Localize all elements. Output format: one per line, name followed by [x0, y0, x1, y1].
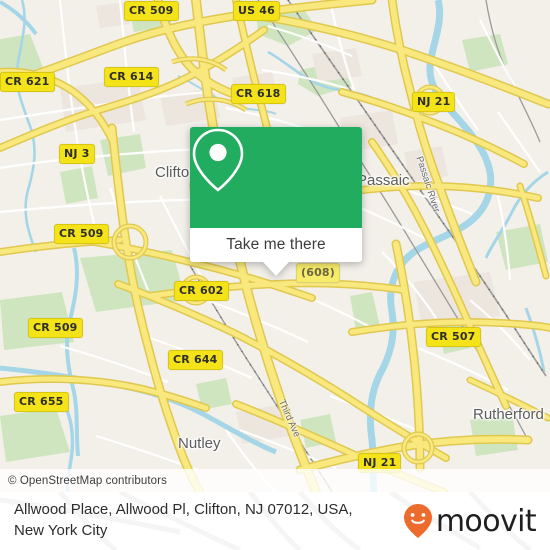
popup-header [190, 127, 362, 228]
road-shield: CR 621 [0, 72, 55, 92]
road-shield: CR 602 [174, 281, 229, 301]
road-shield: CR 509 [28, 318, 83, 338]
place-label: Nutley [178, 435, 221, 452]
road-shield: US 46 [233, 1, 280, 21]
take-me-there-button[interactable]: Take me there [190, 228, 362, 262]
map-attribution-bar: © OpenStreetMap contributors [0, 469, 550, 492]
place-label: Passaic [357, 172, 410, 189]
moovit-logo[interactable]: moovit [403, 503, 537, 539]
road-shield: CR 618 [231, 84, 286, 104]
moovit-map-screenshot: CR 509 US 46 CR 621 CR 614 CR 618 NJ 21 NJ 3 CR… [0, 0, 550, 550]
address-line-1: Allwood Place, Allwood Pl, Clifton, NJ 0… [14, 501, 353, 519]
osm-attribution-text[interactable]: © OpenStreetMap contributors [0, 475, 167, 487]
road-shield: CR 614 [104, 67, 159, 87]
map-canvas[interactable]: CR 509 US 46 CR 621 CR 614 CR 618 NJ 21 NJ 3 CR… [0, 0, 550, 492]
moovit-pin-icon [403, 504, 432, 538]
popup-pointer [263, 262, 289, 276]
take-me-there-label: Take me there [226, 236, 326, 253]
address-text: Allwood Place, Allwood Pl, Clifton, NJ 0… [14, 500, 353, 541]
address-line-2: New York City [14, 522, 108, 539]
road-shield: (608) [296, 263, 341, 283]
footer-bar: Allwood Place, Allwood Pl, Clifton, NJ 0… [0, 492, 550, 550]
road-shield: CR 644 [168, 350, 223, 370]
road-shield: CR 507 [426, 327, 481, 347]
location-popup-card[interactable]: Take me there [190, 127, 362, 276]
road-shield: CR 509 [124, 1, 179, 21]
road-shield: NJ 3 [59, 144, 95, 164]
place-label: Rutherford [473, 406, 544, 423]
road-shield: CR 509 [54, 224, 109, 244]
road-shield: NJ 21 [412, 92, 456, 112]
moovit-wordmark: moovit [435, 503, 537, 539]
map-pin-icon [192, 128, 244, 192]
road-shield: CR 655 [14, 392, 69, 412]
